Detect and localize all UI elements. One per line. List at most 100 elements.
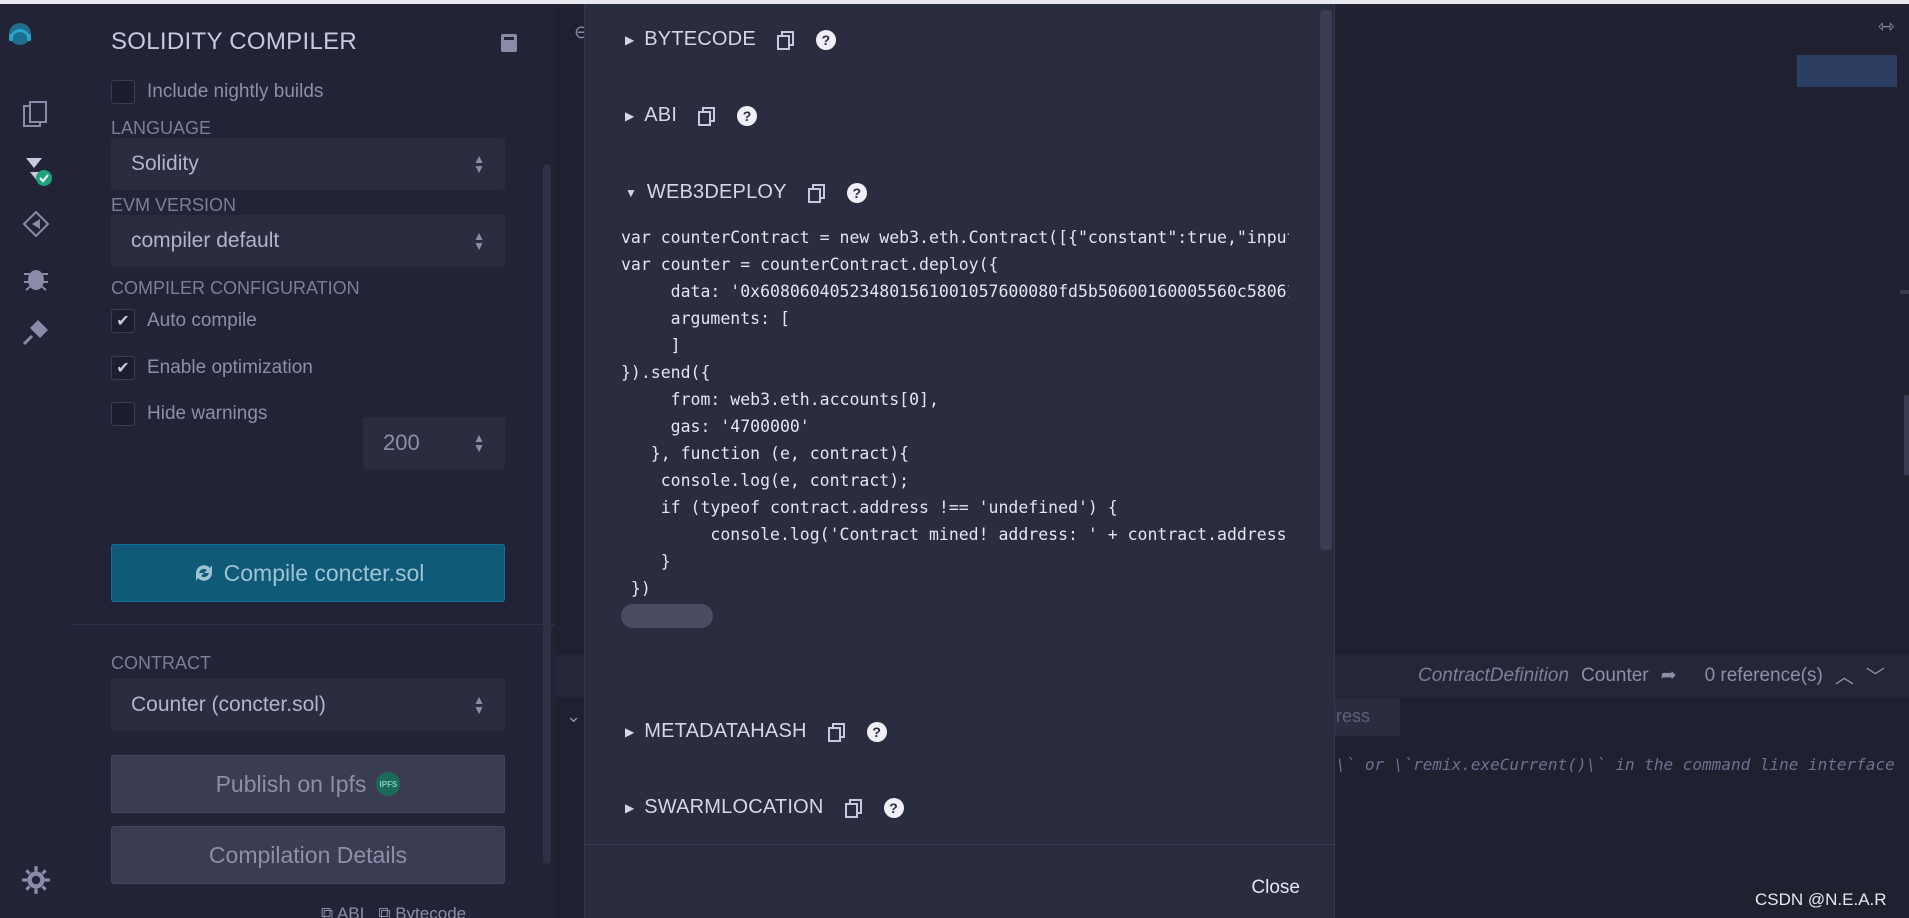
publish-ipfs-button[interactable]: Publish on Ipfs IPFS — [111, 755, 505, 813]
evm-version-label: EVM VERSION — [111, 195, 237, 215]
chevron-up-icon[interactable]: ︿ — [1835, 662, 1854, 689]
compile-button-label: Compile concter.sol — [223, 559, 425, 586]
auto-compile-checkbox[interactable]: ✔ — [111, 309, 135, 333]
optimization-runs-value: 200 — [383, 430, 420, 455]
ipfs-logo-icon: IPFS — [376, 772, 401, 796]
metadatahash-title: METADATAHASH — [644, 720, 807, 742]
code-line: arguments: [ — [621, 309, 790, 328]
auto-compile-row[interactable]: ✔ Auto compile — [111, 309, 257, 333]
terminal-hint-text: \` or \`remix.exeCurrent()\` in the comm… — [1336, 755, 1895, 774]
bytecode-section-header[interactable]: ▶ BYTECODE ? — [625, 28, 836, 51]
compilation-details-button[interactable]: Compilation Details — [111, 826, 505, 884]
help-question-icon[interactable]: ? — [866, 721, 887, 742]
language-label: LANGUAGE — [111, 118, 212, 138]
solidity-compiler-panel: SOLIDITY COMPILER Include nightly builds… — [73, 4, 555, 918]
help-question-icon[interactable]: ? — [883, 797, 904, 818]
copy-icon[interactable] — [807, 183, 827, 203]
share-arrow-icon[interactable]: ➦ — [1661, 664, 1677, 687]
select-arrows-icon: ▲ ▼ — [473, 229, 485, 253]
caret-right-icon: ▶ — [625, 800, 635, 815]
deploy-run-icon[interactable] — [18, 206, 54, 242]
language-value: Solidity — [131, 152, 199, 175]
modal-scrollbar[interactable] — [1320, 10, 1332, 550]
expand-panel-icon[interactable]: ⇿ — [1878, 14, 1895, 39]
chevron-down-icon[interactable]: ﹀ — [1866, 662, 1885, 689]
copy-abi-link[interactable]: ⧉ ABI — [321, 904, 364, 918]
scroll-marker — [1900, 290, 1909, 294]
include-nightly-checkbox[interactable] — [111, 80, 135, 104]
code-line: console.log(e, contract); — [621, 471, 910, 490]
editor-scrollbar[interactable] — [1904, 395, 1909, 475]
copy-icon[interactable] — [827, 722, 847, 742]
help-question-icon[interactable]: ? — [737, 105, 758, 126]
code-line: } — [621, 552, 671, 571]
evm-version-value: compiler default — [131, 229, 280, 252]
file-explorer-icon[interactable] — [18, 96, 54, 132]
contract-value: Counter (concter.sol) — [131, 693, 326, 716]
select-arrows-icon: ▲ ▼ — [473, 152, 485, 176]
modal-body: ▶ BYTECODE ? ▶ ABI ? ▼ WEB3DEPLOY ? var … — [585, 4, 1336, 844]
hide-warnings-row[interactable]: Hide warnings — [111, 402, 267, 426]
caret-down-icon: ▼ — [625, 185, 637, 200]
abi-section-header[interactable]: ▶ ABI ? — [625, 104, 758, 127]
copy-bytecode-link[interactable]: ⧉ Bytecode — [378, 904, 466, 918]
solidity-compiler-icon[interactable] — [18, 152, 54, 188]
chevron-down-double-icon[interactable]: ⌄ — [566, 706, 581, 727]
settings-gear-icon[interactable] — [20, 864, 52, 896]
bytecode-title: BYTECODE — [644, 28, 756, 50]
web3deploy-section-header[interactable]: ▼ WEB3DEPLOY ? — [625, 181, 867, 204]
metadatahash-section-header[interactable]: ▶ METADATAHASH ? — [625, 720, 887, 743]
include-nightly-row[interactable]: Include nightly builds — [111, 80, 323, 104]
optimization-runs-input[interactable]: 200 ▲ ▼ — [363, 417, 505, 469]
language-select[interactable]: Solidity ▲ ▼ — [111, 138, 505, 190]
stepper-arrows-icon[interactable]: ▲ ▼ — [473, 432, 485, 454]
code-line: console.log('Contract mined! address: ' … — [621, 525, 1287, 544]
web3deploy-code[interactable]: var counterContract = new web3.eth.Contr… — [621, 224, 1289, 604]
enable-optimization-label: Enable optimization — [147, 357, 313, 378]
help-question-icon[interactable]: ? — [815, 29, 836, 50]
documentation-book-icon[interactable] — [498, 32, 520, 54]
modal-footer: Close — [585, 844, 1336, 918]
code-line: if (typeof contract.address !== 'undefin… — [621, 498, 1118, 517]
panel-title: SOLIDITY COMPILER — [111, 28, 358, 55]
close-button[interactable]: Close — [1251, 877, 1300, 899]
code-line: var counterContract = new web3.eth.Contr… — [621, 228, 1289, 247]
terminal-search-input[interactable]: ress — [1330, 698, 1400, 736]
debugger-bug-icon[interactable] — [18, 260, 54, 296]
hide-warnings-checkbox[interactable] — [111, 402, 135, 426]
select-arrows-icon: ▲ ▼ — [473, 693, 485, 717]
copy-icon[interactable] — [697, 106, 717, 126]
panel-scrollbar[interactable] — [543, 164, 551, 864]
code-horizontal-scrollbar[interactable] — [621, 604, 713, 628]
include-nightly-label: Include nightly builds — [147, 81, 324, 102]
auto-compile-label: Auto compile — [147, 310, 257, 331]
hide-warnings-label: Hide warnings — [147, 403, 268, 424]
swarmlocation-section-header[interactable]: ▶ SWARMLOCATION ? — [625, 796, 904, 819]
copy-links-row: ⧉ ABI ⧉ Bytecode — [321, 904, 466, 918]
watermark: CSDN @N.E.A.R — [1755, 890, 1887, 909]
compile-button[interactable]: Compile concter.sol — [111, 544, 505, 602]
help-question-icon[interactable]: ? — [846, 182, 867, 203]
panel-divider — [73, 624, 555, 625]
abi-title: ABI — [644, 104, 678, 126]
code-line: from: web3.eth.accounts[0], — [621, 390, 939, 409]
evm-version-select[interactable]: compiler default ▲ ▼ — [111, 215, 505, 267]
swarmlocation-title: SWARMLOCATION — [644, 796, 824, 818]
code-line: ] — [621, 336, 681, 355]
refresh-icon — [195, 565, 212, 581]
code-line: var counter = counterContract.deploy({ — [621, 255, 999, 274]
copy-icon[interactable] — [844, 798, 864, 818]
caret-right-icon: ▶ — [625, 108, 635, 123]
contract-select[interactable]: Counter (concter.sol) ▲ ▼ — [111, 679, 505, 731]
editor-minimap[interactable] — [1797, 55, 1897, 87]
remix-logo-icon[interactable] — [4, 18, 36, 50]
code-line: }).send({ — [621, 363, 711, 382]
plugin-manager-icon[interactable] — [18, 314, 54, 350]
contract-name: Counter — [1581, 664, 1649, 686]
enable-optimization-row[interactable]: ✔ Enable optimization — [111, 356, 313, 380]
contract-definition-label: ContractDefinition — [1418, 664, 1570, 686]
enable-optimization-checkbox[interactable]: ✔ — [111, 356, 135, 380]
code-line: data: '0x608060405234801561001057600080f… — [621, 282, 1289, 301]
code-line: }, function (e, contract){ — [621, 444, 910, 463]
copy-icon[interactable] — [776, 30, 796, 50]
